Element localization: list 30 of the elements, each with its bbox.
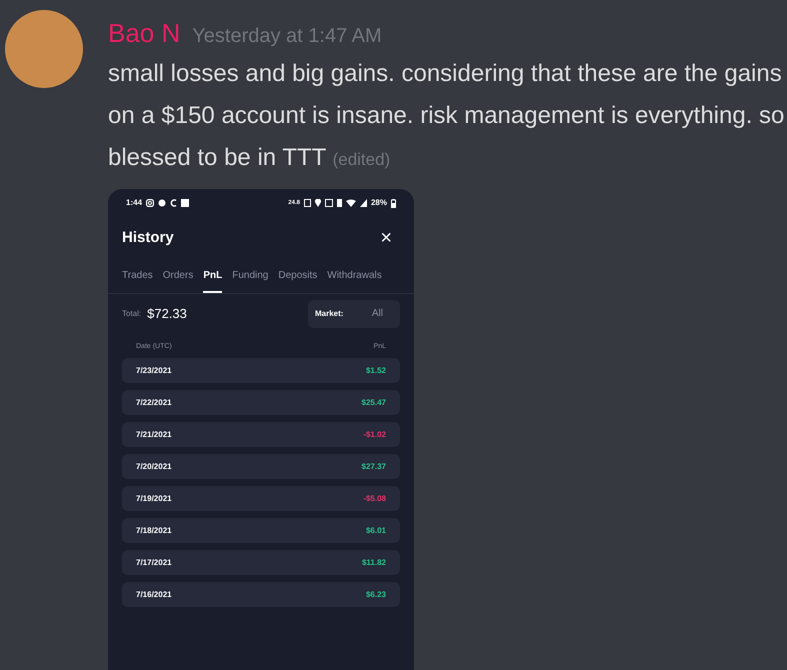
market-filter[interactable]: Market: All <box>308 300 400 328</box>
pnl-row[interactable]: 7/19/2021 -$5.08 <box>122 486 400 511</box>
pnl-row[interactable]: 7/20/2021 $27.37 <box>122 454 400 479</box>
pnl-row[interactable]: 7/17/2021 $11.82 <box>122 550 400 575</box>
history-tab[interactable]: Deposits <box>278 268 318 292</box>
close-button[interactable]: × <box>380 228 400 248</box>
pnl-row[interactable]: 7/18/2021 $6.01 <box>122 518 400 543</box>
timestamp: Yesterday at 1:47 AM <box>192 24 382 49</box>
pnl-row[interactable]: 7/16/2021 $6.23 <box>122 582 400 607</box>
battery-percent: 28% <box>370 197 387 209</box>
pnl-row[interactable]: 7/22/2021 $25.47 <box>122 390 400 415</box>
wifi-icon <box>346 199 356 207</box>
message-text: small losses and big gains. considering that these are the gains on a $150 account is insane. risk management is everything. so blessed to be in TTT (edited) <box>108 59 786 173</box>
total-label: Total: <box>122 308 142 320</box>
screenshot-attachment[interactable] <box>108 189 414 670</box>
history-tab[interactable]: Trades <box>122 268 153 292</box>
location-pin-icon <box>314 199 321 207</box>
pnl-row[interactable]: 7/21/2021 -$1.02 <box>122 422 400 447</box>
total-value: $72.33 <box>147 304 187 323</box>
history-tab[interactable]: Orders <box>162 268 194 292</box>
history-tab[interactable]: Funding <box>232 268 268 292</box>
signal-icon <box>360 199 367 207</box>
history-tab[interactable]: PnL <box>203 268 222 292</box>
history-title: History <box>122 228 174 248</box>
camera-icon <box>146 199 154 207</box>
pnl-row[interactable]: 7/23/2021 $1.52 <box>122 358 400 383</box>
status-time: 1:44 <box>126 197 142 209</box>
history-tab[interactable]: Withdrawals <box>327 268 382 292</box>
c-icon <box>170 199 178 207</box>
battery-icon <box>391 198 396 208</box>
